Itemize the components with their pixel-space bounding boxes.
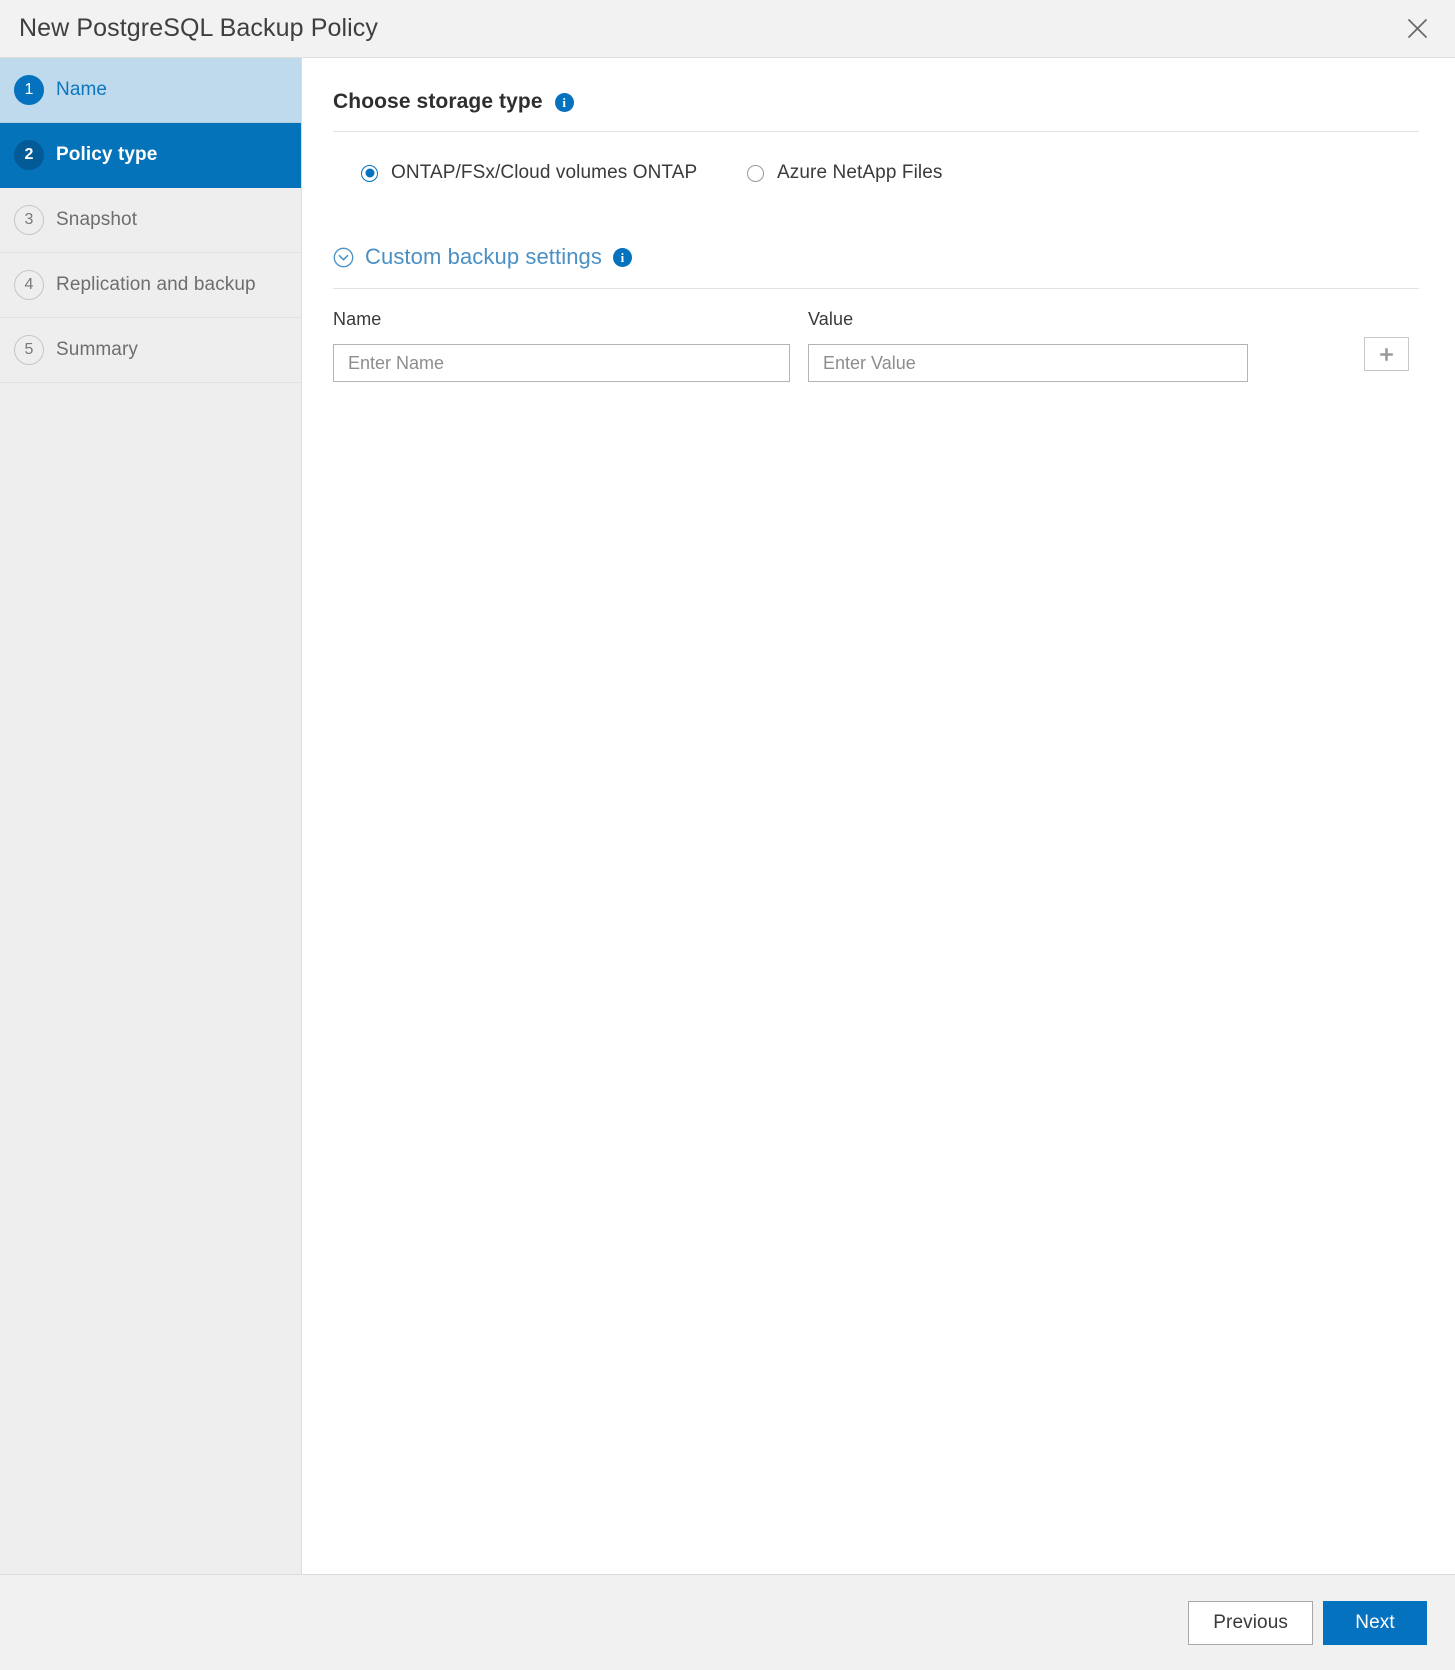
dialog-header: New PostgreSQL Backup Policy xyxy=(0,0,1455,58)
custom-backup-settings-header[interactable]: Custom backup settings i xyxy=(333,244,1419,288)
custom-settings-value-column: Value xyxy=(808,309,1248,382)
next-button[interactable]: Next xyxy=(1323,1601,1427,1645)
sidebar-filler xyxy=(0,383,301,1574)
step-label-replication-and-backup: Replication and backup xyxy=(56,274,256,296)
column-header-value: Value xyxy=(808,309,1248,344)
step-number-2: 2 xyxy=(14,140,44,170)
radio-label-ontap: ONTAP/FSx/Cloud volumes ONTAP xyxy=(391,162,697,184)
sidebar-item-policy-type[interactable]: 2 Policy type xyxy=(0,123,301,188)
radio-ontap-fsx-cvo[interactable]: ONTAP/FSx/Cloud volumes ONTAP xyxy=(361,162,747,184)
column-header-name: Name xyxy=(333,309,790,344)
custom-settings-action-column xyxy=(1248,309,1419,371)
step-number-4: 4 xyxy=(14,270,44,300)
radio-mark-ontap[interactable] xyxy=(361,165,378,182)
add-custom-setting-button[interactable] xyxy=(1364,337,1409,371)
step-label-summary: Summary xyxy=(56,339,138,361)
custom-settings-name-column: Name xyxy=(333,309,790,382)
sidebar-item-name[interactable]: 1 Name xyxy=(0,58,301,123)
radio-azure-netapp-files[interactable]: Azure NetApp Files xyxy=(747,162,942,184)
dialog-body: 1 Name 2 Policy type 3 Snapshot 4 Replic… xyxy=(0,58,1455,1574)
step-number-1: 1 xyxy=(14,75,44,105)
radio-label-azure: Azure NetApp Files xyxy=(777,162,942,184)
dialog-title: New PostgreSQL Backup Policy xyxy=(19,16,378,41)
radio-mark-azure[interactable] xyxy=(747,165,764,182)
storage-type-radio-group: ONTAP/FSx/Cloud volumes ONTAP Azure NetA… xyxy=(333,132,1419,184)
chevron-down-circle-icon[interactable] xyxy=(333,247,354,268)
custom-settings-row: Name Value xyxy=(333,289,1419,382)
plus-icon xyxy=(1378,346,1395,363)
sidebar-item-summary[interactable]: 5 Summary xyxy=(0,318,301,383)
storage-type-heading: Choose storage type xyxy=(333,90,543,114)
info-icon[interactable]: i xyxy=(613,248,632,267)
step-number-3: 3 xyxy=(14,205,44,235)
close-icon[interactable] xyxy=(1397,9,1437,49)
policy-type-pane: Choose storage type i ONTAP/FSx/Cloud vo… xyxy=(302,58,1455,1574)
dialog-footer: Previous Next xyxy=(0,1574,1455,1670)
custom-setting-name-input[interactable] xyxy=(333,344,790,382)
step-label-policy-type: Policy type xyxy=(56,144,157,166)
step-label-name: Name xyxy=(56,79,107,101)
storage-type-header: Choose storage type i xyxy=(333,90,1419,131)
previous-button[interactable]: Previous xyxy=(1188,1601,1313,1645)
step-label-snapshot: Snapshot xyxy=(56,209,137,231)
step-number-5: 5 xyxy=(14,335,44,365)
sidebar-item-snapshot[interactable]: 3 Snapshot xyxy=(0,188,301,253)
custom-setting-value-input[interactable] xyxy=(808,344,1248,382)
custom-backup-settings-section: Custom backup settings i Name Value xyxy=(333,244,1419,382)
new-backup-policy-dialog: New PostgreSQL Backup Policy 1 Name 2 Po… xyxy=(0,0,1455,1670)
custom-backup-settings-title[interactable]: Custom backup settings xyxy=(365,244,602,270)
sidebar-item-replication-and-backup[interactable]: 4 Replication and backup xyxy=(0,253,301,318)
wizard-step-list: 1 Name 2 Policy type 3 Snapshot 4 Replic… xyxy=(0,58,302,1574)
info-icon[interactable]: i xyxy=(555,93,574,112)
